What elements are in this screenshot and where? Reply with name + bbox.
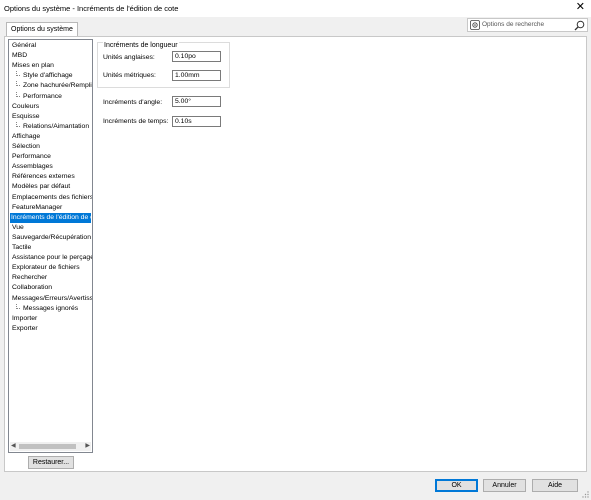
tree-item[interactable]: Incréments de l'édition de cote (10, 212, 91, 223)
tree-connector (16, 303, 20, 309)
angle-increments-label: Incréments d'angle: (103, 99, 163, 106)
tree-item[interactable]: Références externes (11, 172, 76, 182)
tree-connector (16, 91, 20, 97)
gear-icon[interactable] (470, 20, 480, 30)
length-increments-group: Incréments de longueur (97, 42, 230, 88)
tree-item[interactable]: Performance (11, 152, 52, 162)
tree-item[interactable]: MBD (11, 51, 28, 61)
tree-item[interactable]: Sélection (11, 142, 41, 152)
scrollbar-thumb[interactable] (19, 444, 76, 449)
tree-item[interactable]: Messages ignorés (22, 304, 79, 314)
tree-item[interactable]: Style d'affichage (22, 71, 74, 81)
tree-item[interactable]: Performance (22, 92, 63, 102)
tree-item[interactable]: Emplacements des fichiers (11, 193, 92, 203)
tree-item[interactable]: Tactile (11, 243, 32, 253)
scroll-left-icon[interactable]: ◀ (11, 442, 16, 451)
tree-item[interactable]: Modèles par défaut (11, 182, 71, 192)
tree-item[interactable]: Vue (11, 223, 25, 233)
tree-item[interactable]: Esquisse (11, 112, 41, 122)
options-tree[interactable]: Général MBD Mises en plan Style d'affichage… (8, 39, 93, 453)
cancel-button[interactable]: Annuler (483, 479, 526, 492)
tree-item[interactable]: Exporter (11, 324, 39, 334)
title-bar: Options du système - Incréments de l'édi… (0, 0, 591, 17)
tree-item[interactable]: FeatureManager (11, 203, 63, 213)
english-units-field[interactable]: 0.10po (172, 51, 221, 62)
group-legend: Incréments de longueur (103, 42, 179, 49)
tree-item[interactable]: Explorateur de fichiers (11, 263, 81, 273)
help-button[interactable]: Aide (532, 479, 578, 492)
tree-item[interactable]: Mises en plan (11, 61, 55, 71)
tree-item[interactable]: Affichage (11, 132, 41, 142)
time-increments-label: Incréments de temps: (103, 118, 169, 125)
metric-units-field[interactable]: 1.00mm (172, 70, 221, 81)
scroll-right-icon[interactable]: ▶ (85, 442, 90, 451)
tree-item[interactable]: Général (11, 41, 37, 51)
tree-item[interactable]: Messages/Erreurs/Avertissements (11, 294, 92, 304)
tree-connector (16, 81, 20, 87)
horizontal-scrollbar[interactable]: ◀ ▶ (10, 442, 91, 451)
tree-item[interactable]: Assemblages (11, 162, 54, 172)
tab-system-options[interactable]: Options du système (6, 22, 78, 37)
search-box[interactable]: Options de recherche (467, 18, 588, 32)
time-increments-field[interactable]: 0.10s (172, 116, 221, 127)
english-units-label: Unités anglaises: (103, 54, 155, 61)
search-input[interactable]: Options de recherche (482, 21, 544, 28)
tree-connector (16, 71, 20, 77)
search-icon[interactable] (574, 20, 585, 31)
tree-item[interactable]: Sauvegarde/Récupération (11, 233, 92, 243)
ok-button[interactable]: OK (435, 479, 478, 492)
tree-item[interactable]: Collaboration (11, 283, 53, 293)
metric-units-label: Unités métriques: (103, 72, 156, 79)
tree-item[interactable]: Zone hachurée/Remplir (22, 81, 92, 91)
restore-button[interactable]: Restaurer... (28, 456, 74, 469)
tree-item[interactable]: Rechercher (11, 273, 48, 283)
tree-connector (16, 121, 20, 127)
close-icon[interactable]: ✕ (576, 2, 585, 13)
window-title: Options du système - Incréments de l'édi… (4, 4, 179, 13)
tree-item[interactable]: Relations/Aimantation (22, 122, 90, 132)
angle-increments-field[interactable]: 5.00° (172, 96, 221, 107)
tree-item[interactable]: Importer (11, 314, 38, 324)
tree-item[interactable]: Couleurs (11, 102, 40, 112)
tree-item[interactable]: Assistance pour le perçage/Toolbox (11, 253, 92, 263)
resize-grip-icon[interactable] (581, 490, 589, 498)
